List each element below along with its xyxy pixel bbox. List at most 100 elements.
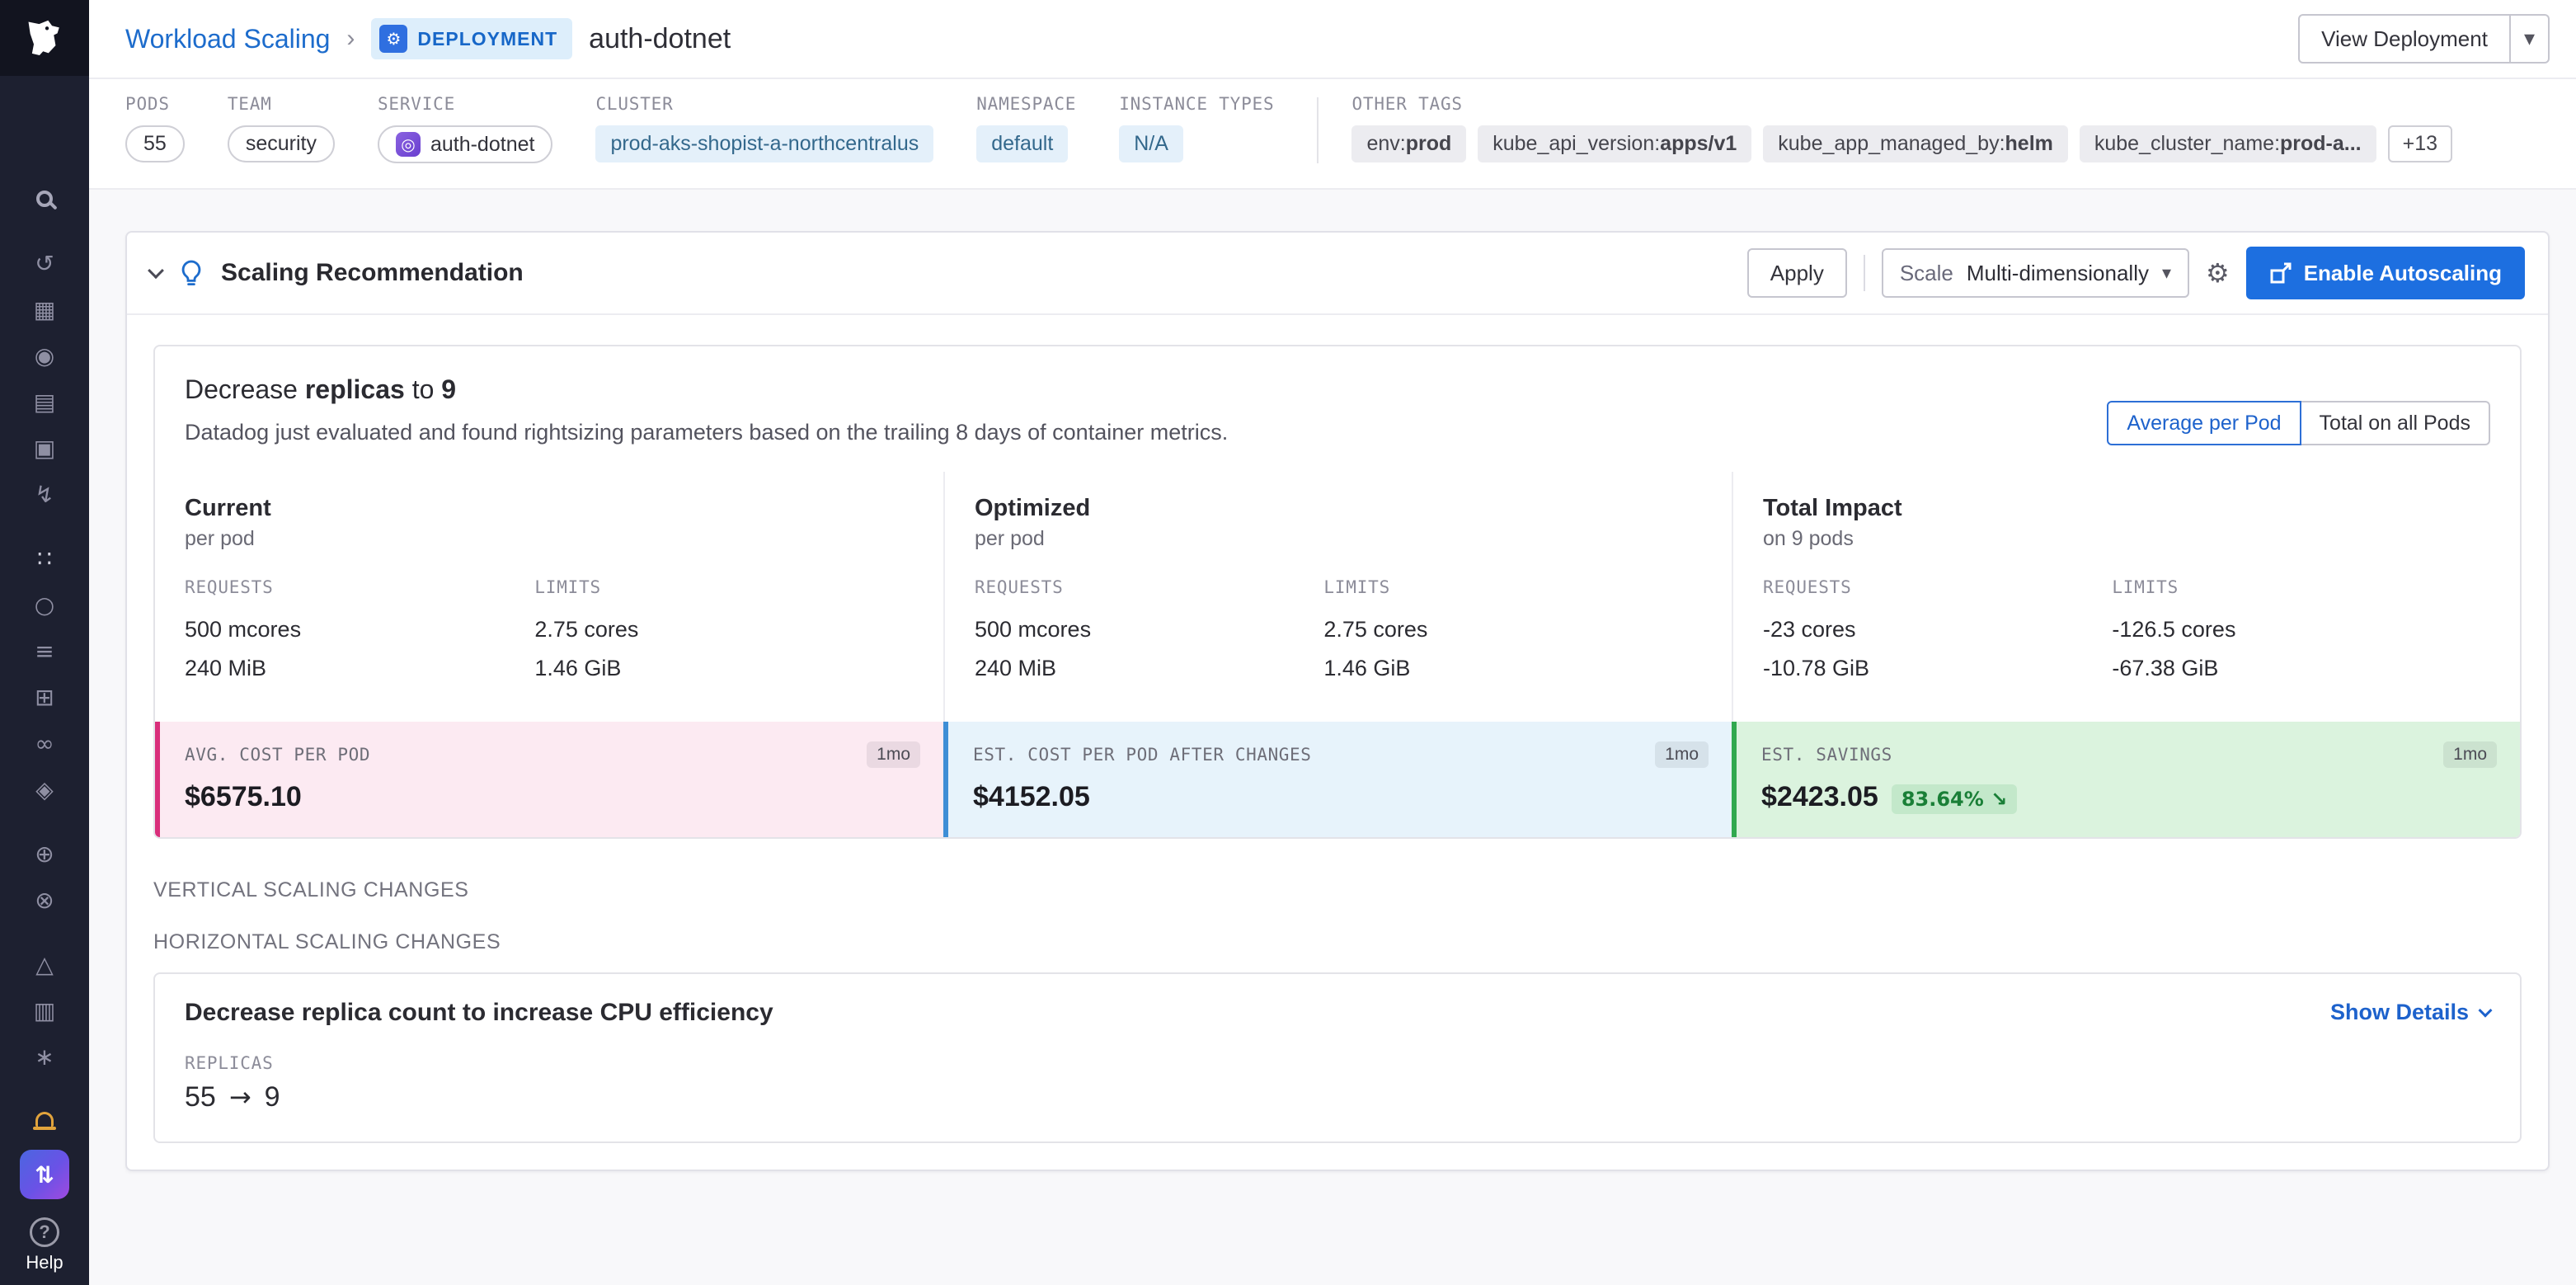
meta-field-team: TEAM security [228, 94, 335, 162]
bell-glyph [33, 1112, 56, 1129]
datadog-logo[interactable] [0, 0, 89, 76]
limits-metric: LIMITS -126.5 cores -67.38 GiB [2112, 577, 2490, 689]
serverless-icon[interactable]: ○ [20, 587, 69, 622]
cluster-value-tag[interactable]: prod-aks-shopist-a-northcentralus [595, 125, 933, 162]
watchdog-icon[interactable]: ◉ [20, 338, 69, 373]
column-metrics: REQUESTS -23 cores -10.78 GiB LIMITS -12… [1763, 577, 2490, 689]
headline-prefix: Decrease [185, 374, 305, 404]
view-deployment-caret-button[interactable]: ▾ [2511, 14, 2550, 64]
column-title: Optimized [975, 495, 1702, 522]
limits-metric: LIMITS 2.75 cores 1.46 GiB [534, 577, 914, 689]
view-deployment-button[interactable]: View Deployment [2298, 14, 2511, 64]
apply-button[interactable]: Apply [1747, 248, 1847, 298]
events-icon[interactable]: ↯ [20, 477, 69, 511]
period-badge: 1mo [1655, 741, 1709, 768]
metrics-icon[interactable]: ▦ [20, 292, 69, 327]
avg-cost-per-pod-strip: AVG. COST PER POD 1mo $6575.10 [155, 722, 943, 837]
replicas-from-value: 55 [185, 1081, 216, 1113]
scale-mode-select[interactable]: Scale Multi-dimensionally ▾ [1882, 248, 2189, 298]
column-subtitle: per pod [975, 527, 1702, 551]
column-metrics: REQUESTS 500 mcores 240 MiB LIMITS 2.75 … [185, 577, 914, 689]
search-icon[interactable] [20, 181, 69, 216]
header-divider [1864, 255, 1865, 291]
card-title: Scaling Recommendation [221, 259, 524, 287]
vertical-scaling-section-label[interactable]: VERTICAL SCALING CHANGES [153, 878, 2522, 902]
card-header-actions: Apply Scale Multi-dimensionally ▾ ⚙ [1747, 247, 2525, 299]
infrastructure-icon[interactable]: ▤ [20, 384, 69, 419]
chevron-down-icon: ▾ [2524, 26, 2535, 51]
requests-cpu-value: -23 cores [1763, 610, 2112, 649]
limits-label: LIMITS [534, 577, 914, 597]
tag-kube-app-managed-by[interactable]: kube_app_managed_by:helm [1763, 125, 2068, 162]
limits-label: LIMITS [2112, 577, 2490, 597]
deployment-type-badge: ⚙ DEPLOYMENT [371, 18, 572, 59]
apm-icon[interactable]: ∷ [20, 541, 69, 576]
recommendation-summary-card: Decrease replicas to 9 Datadog just eval… [153, 345, 2522, 839]
breadcrumb-workload-scaling[interactable]: Workload Scaling [125, 24, 330, 54]
cost-label: AVG. COST PER POD [185, 745, 370, 765]
error-tracking-icon[interactable]: ⊗ [20, 883, 69, 917]
tag-env[interactable]: env:prod [1351, 125, 1466, 162]
tag-kube-cluster-name[interactable]: kube_cluster_name:prod-a... [2080, 125, 2376, 162]
cost-label: EST. SAVINGS [1761, 745, 1892, 765]
synthetics-icon[interactable]: ⊕ [20, 836, 69, 871]
history-icon[interactable]: ↺ [20, 246, 69, 280]
column-title: Total Impact [1763, 495, 2490, 522]
chevron-down-icon: ▾ [2162, 263, 2171, 284]
show-details-label: Show Details [2330, 1000, 2469, 1025]
recommendation-card-body: Decrease replicas to 9 Datadog just eval… [127, 315, 2548, 1170]
ci-pipelines-icon[interactable]: ⊞ [20, 680, 69, 714]
tag-kube-api-version[interactable]: kube_api_version:apps/v1 [1478, 125, 1751, 162]
dashboards-icon[interactable]: ▥ [20, 993, 69, 1028]
collapse-chevron-icon[interactable] [148, 262, 164, 279]
requests-memory-value: 240 MiB [975, 649, 1323, 688]
active-glyph: ⇅ [35, 1161, 54, 1189]
monitors-icon[interactable]: △ [20, 947, 69, 981]
requests-label: REQUESTS [975, 577, 1323, 597]
deployment-type-label: DEPLOYMENT [417, 28, 557, 50]
workload-scaling-active-icon[interactable]: ⇅ [20, 1150, 69, 1199]
horizontal-scaling-card: Decrease replica count to increase CPU e… [153, 972, 2522, 1143]
settings-gear-icon[interactable]: ⚙ [2206, 257, 2230, 289]
datadog-dog-icon [23, 18, 66, 58]
more-tags-button[interactable]: +13 [2388, 125, 2452, 162]
namespace-value-tag[interactable]: default [976, 125, 1068, 162]
meta-field-namespace: NAMESPACE default [976, 94, 1076, 162]
enable-autoscaling-button[interactable]: Enable Autoscaling [2246, 247, 2525, 299]
namespace-label: NAMESPACE [976, 94, 1076, 114]
logs-icon[interactable]: ≡ [20, 633, 69, 668]
team-value[interactable]: security [228, 125, 335, 162]
tag-value: helm [2005, 132, 2053, 156]
headline-replicas: replicas [305, 374, 405, 404]
help-label: Help [26, 1252, 63, 1273]
column-subtitle: per pod [185, 527, 914, 551]
recommendation-subtitle: Datadog just evaluated and found rightsi… [185, 420, 1228, 445]
column-metrics: REQUESTS 500 mcores 240 MiB LIMITS 2.75 … [975, 577, 1702, 689]
recommendation-headline: Decrease replicas to 9 [185, 374, 1228, 405]
security-icon[interactable]: ◈ [20, 772, 69, 807]
metrics-columns: Current per pod REQUESTS 500 mcores 240 … [155, 472, 2520, 722]
requests-memory-value: 240 MiB [185, 649, 534, 688]
average-per-pod-toggle[interactable]: Average per Pod [2107, 401, 2301, 445]
column-title: Current [185, 495, 914, 522]
tag-value: prod-a... [2280, 132, 2362, 156]
horizontal-scaling-section-label[interactable]: HORIZONTAL SCALING CHANGES [153, 930, 2522, 954]
containers-icon[interactable]: ▣ [20, 431, 69, 465]
replicas-label: REPLICAS [185, 1053, 2490, 1073]
sidebar-bottom: ? Help [0, 1217, 89, 1273]
show-details-link[interactable]: Show Details [2330, 1000, 2490, 1025]
savings-percent-badge: 83.64% ↘ [1892, 784, 2017, 814]
other-tags-label: OTHER TAGS [1351, 94, 2452, 114]
content-area: Scaling Recommendation Apply Scale Multi… [89, 190, 2576, 1285]
service-value[interactable]: ◎ auth-dotnet [378, 125, 553, 163]
requests-label: REQUESTS [1763, 577, 2112, 597]
cost-value: $6575.10 [185, 781, 302, 813]
total-on-all-pods-toggle[interactable]: Total on all Pods [2301, 401, 2490, 445]
help-icon[interactable]: ? [30, 1217, 59, 1247]
meta-divider [1317, 97, 1319, 163]
sidebar-nav: ↺ ▦ ◉ ▤ ▣ ↯ ∷ ○ ≡ ⊞ ∞ ◈ ⊕ ⊗ △ ▥ ∗ ⇅ ? Help [0, 0, 89, 1285]
traces-icon[interactable]: ∞ [20, 726, 69, 760]
notebooks-icon[interactable]: ∗ [20, 1039, 69, 1074]
notifications-bell-icon[interactable] [20, 1104, 69, 1138]
instance-types-value-tag[interactable]: N/A [1119, 125, 1183, 162]
